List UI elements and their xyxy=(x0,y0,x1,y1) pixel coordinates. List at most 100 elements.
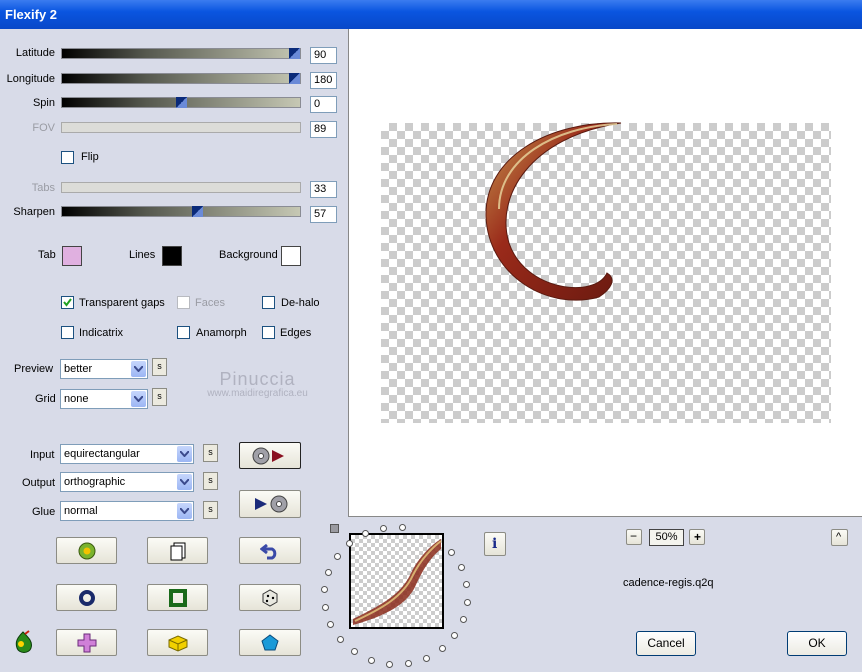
chevron-down-icon xyxy=(134,396,143,402)
random-settings-button[interactable] xyxy=(56,537,117,564)
transparent-gaps-label: Transparent gaps xyxy=(79,297,165,309)
sharpen-label: Sharpen xyxy=(13,206,55,218)
edges-checkbox[interactable] xyxy=(262,326,275,339)
navigator-ring-dot[interactable] xyxy=(320,586,328,594)
anamorph-checkbox[interactable] xyxy=(177,326,190,339)
preview-quality-select[interactable]: better xyxy=(60,359,148,379)
frame-shape-button[interactable] xyxy=(147,584,208,611)
output-s-button[interactable]: s xyxy=(203,472,218,490)
longitude-slider[interactable] xyxy=(61,73,301,84)
zoom-out-button[interactable]: − xyxy=(626,529,642,545)
chevron-down-icon xyxy=(180,479,189,485)
ok-button[interactable]: OK xyxy=(787,631,847,656)
navigator-ring-dot[interactable] xyxy=(337,636,345,644)
grid-s-button[interactable]: s xyxy=(152,388,167,406)
output-select[interactable]: orthographic xyxy=(60,472,194,492)
navigator-ring-dot[interactable] xyxy=(327,621,335,629)
transparent-gaps-checkbox[interactable] xyxy=(61,296,74,309)
preview-s-button[interactable]: s xyxy=(152,358,167,376)
grid-dropdown-arrow[interactable] xyxy=(131,391,146,407)
bug-gear-icon xyxy=(78,542,95,559)
ring-shape-button[interactable] xyxy=(56,584,117,611)
cancel-button[interactable]: Cancel xyxy=(636,631,696,656)
load-preset-button[interactable] xyxy=(239,442,301,469)
preview-quality-value: better xyxy=(64,363,93,375)
input-value: equirectangular xyxy=(64,448,140,460)
watermark: Pinuccia www.maidiregrafica.eu xyxy=(190,369,325,399)
navigator-ring-dot[interactable] xyxy=(460,615,468,623)
background-color-swatch[interactable] xyxy=(281,246,301,266)
chevron-down-icon xyxy=(134,366,143,372)
navigator-ring-dot[interactable] xyxy=(463,580,471,588)
navigator-ring-dot[interactable] xyxy=(367,656,375,664)
glue-dropdown-arrow[interactable] xyxy=(177,503,192,519)
navigator-ring-dot[interactable] xyxy=(404,659,412,667)
plugin-logo-icon xyxy=(11,630,35,659)
spin-input[interactable]: 0 xyxy=(310,96,337,113)
lines-color-swatch[interactable] xyxy=(162,246,182,266)
navigator-ring-dot[interactable] xyxy=(380,525,388,533)
info-icon: i xyxy=(492,536,498,552)
ring-icon xyxy=(78,589,95,606)
random-dice-button[interactable] xyxy=(239,584,301,611)
navigator-ring-dot[interactable] xyxy=(398,524,406,532)
navigator-ring-dot[interactable] xyxy=(438,644,446,652)
indicatrix-checkbox[interactable] xyxy=(61,326,74,339)
navigator-handle[interactable] xyxy=(330,524,339,533)
spin-slider[interactable] xyxy=(61,97,301,108)
faces-checkbox xyxy=(177,296,190,309)
save-preset-button[interactable] xyxy=(239,490,301,518)
sharpen-slider[interactable] xyxy=(61,206,301,217)
de-halo-checkbox[interactable] xyxy=(262,296,275,309)
sharpen-slider-thumb[interactable] xyxy=(192,206,203,217)
longitude-input[interactable]: 180 xyxy=(310,72,337,89)
output-dropdown-arrow[interactable] xyxy=(177,474,192,490)
grid-select[interactable]: none xyxy=(60,389,148,409)
cube-shape-button[interactable] xyxy=(147,629,208,656)
preview-canvas[interactable] xyxy=(348,29,862,517)
latitude-input[interactable]: 90 xyxy=(310,47,337,64)
lines-color-label: Lines xyxy=(129,249,156,261)
zoom-in-button[interactable]: + xyxy=(689,529,705,545)
longitude-slider-thumb[interactable] xyxy=(289,73,300,84)
zoom-level: 50% xyxy=(649,529,684,546)
navigator-ring-dot[interactable] xyxy=(447,548,455,556)
spin-slider-thumb[interactable] xyxy=(176,97,187,108)
chevron-up-icon: ^ xyxy=(836,531,842,543)
navigator-ring-dot[interactable] xyxy=(351,648,359,656)
glue-s-button[interactable]: s xyxy=(203,501,218,519)
navigator-ring-dot[interactable] xyxy=(457,563,465,571)
glue-label: Glue xyxy=(32,506,56,518)
input-select[interactable]: equirectangular xyxy=(60,444,194,464)
pentagon-shape-button[interactable] xyxy=(239,629,301,656)
glue-select[interactable]: normal xyxy=(60,501,194,521)
undo-button[interactable] xyxy=(239,537,301,564)
navigator-thumbnail[interactable] xyxy=(349,533,444,629)
preview-quality-dropdown-arrow[interactable] xyxy=(131,361,146,377)
navigator-ring-dot[interactable] xyxy=(333,553,341,561)
navigator-ring-dot[interactable] xyxy=(422,654,430,662)
copy-button[interactable] xyxy=(147,537,208,564)
latitude-slider-thumb[interactable] xyxy=(289,48,300,59)
preset-filename: cadence-regis.q2q xyxy=(623,577,714,589)
tabs-label: Tabs xyxy=(31,182,55,194)
copy-page-icon xyxy=(170,542,185,560)
latitude-label: Latitude xyxy=(15,47,55,59)
navigator-ring-dot[interactable] xyxy=(386,660,394,668)
cross-shape-button[interactable] xyxy=(56,629,117,656)
latitude-slider[interactable] xyxy=(61,48,301,59)
navigator-ring-dot[interactable] xyxy=(324,569,332,577)
indicatrix-label: Indicatrix xyxy=(79,327,124,339)
input-dropdown-arrow[interactable] xyxy=(177,446,192,462)
sharpen-input[interactable]: 57 xyxy=(310,206,337,223)
input-s-button[interactable]: s xyxy=(203,444,218,462)
navigator-ring-dot[interactable] xyxy=(464,598,472,606)
navigator-ring-dot[interactable] xyxy=(321,604,329,612)
flip-label: Flip xyxy=(81,151,99,163)
input-label: Input xyxy=(30,449,55,461)
info-button[interactable]: i xyxy=(484,532,506,556)
flip-checkbox[interactable] xyxy=(61,151,74,164)
collapse-button[interactable]: ^ xyxy=(831,529,848,546)
tab-color-swatch[interactable] xyxy=(62,246,82,266)
navigator-ring-dot[interactable] xyxy=(451,631,459,639)
